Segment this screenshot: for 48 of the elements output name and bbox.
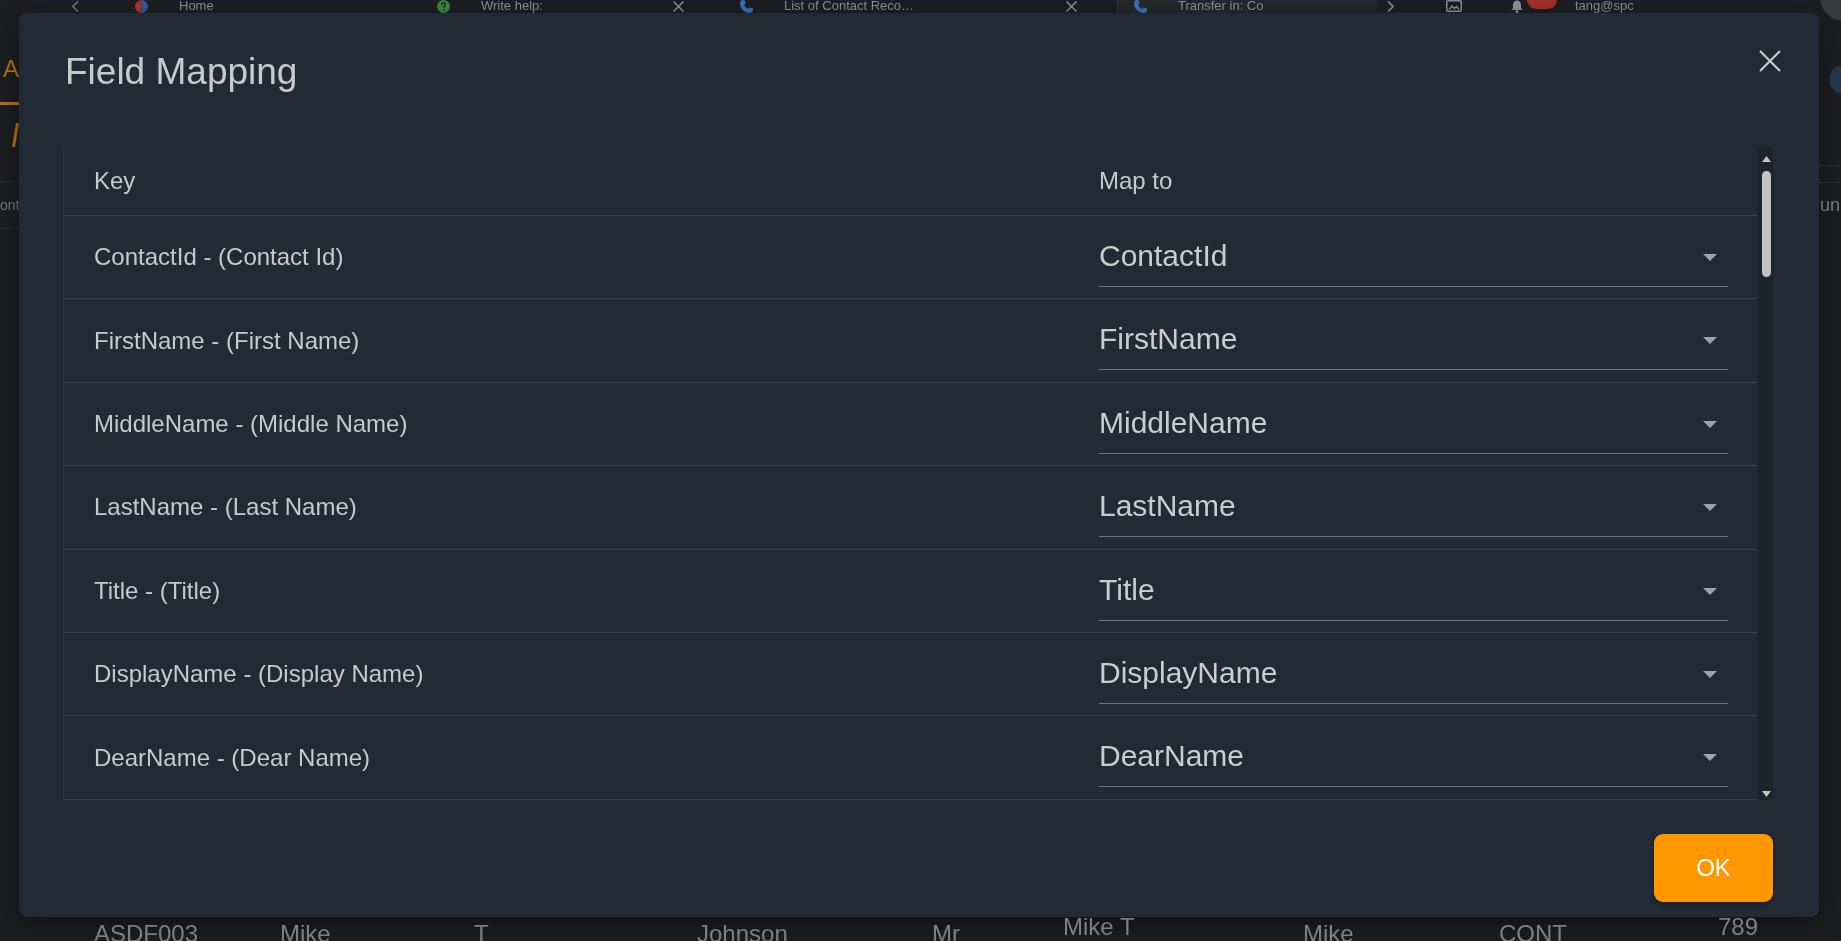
caret-icon: [1703, 754, 1717, 762]
caret-icon: [1703, 420, 1717, 428]
column-header: un: [1819, 194, 1841, 217]
caret-icon: [1703, 337, 1717, 345]
close-icon: [1759, 50, 1781, 72]
scrollbar-thumb[interactable]: [1761, 171, 1771, 277]
select-field[interactable]: DisplayName: [1099, 649, 1728, 704]
column-header: Map to: [1099, 167, 1173, 195]
caret-icon: [1703, 670, 1717, 678]
browser-tab[interactable]: Transfer in: Co: [1117, 0, 1377, 13]
close-icon[interactable]: [1066, 1, 1077, 12]
field-key-label: LastName - (Last Name): [94, 493, 357, 522]
select-field[interactable]: Title: [1099, 566, 1728, 621]
browser-tab[interactable]: Home: [119, 0, 421, 13]
table-cell: 789: [1718, 917, 1759, 941]
caret-icon: [1703, 254, 1717, 261]
select-field[interactable]: LastName: [1099, 483, 1728, 538]
close-icon[interactable]: [673, 1, 684, 12]
caret-icon: [1703, 587, 1717, 595]
column-header: Key: [94, 167, 136, 195]
browser-tab[interactable]: List of Contact Reco…: [724, 0, 1117, 13]
bell-icon[interactable]: [1511, 0, 1523, 13]
scroll-up-icon[interactable]: [1761, 156, 1771, 162]
select-field[interactable]: MiddleName: [1099, 399, 1728, 454]
table-cell: Mike T: [1063, 917, 1135, 941]
browser-tab[interactable]: Write help:: [421, 0, 724, 13]
phone-icon: [740, 0, 753, 13]
select-field[interactable]: FirstName: [1099, 316, 1728, 371]
field-key-label: MiddleName - (Middle Name): [94, 409, 408, 438]
chevron-left-icon[interactable]: [72, 1, 79, 12]
close-button[interactable]: [1759, 50, 1781, 72]
select-field[interactable]: DearName: [1099, 733, 1728, 788]
scrollbar-track[interactable]: [1757, 147, 1773, 800]
caret-icon: [1703, 504, 1717, 512]
image-icon[interactable]: [1446, 0, 1462, 12]
field-key-label: Title - (Title): [94, 576, 221, 605]
circle-logo-icon: [135, 0, 148, 13]
user-email[interactable]: tang@spc: [1575, 0, 1634, 11]
phone-icon: [1134, 0, 1147, 13]
scroll-down-icon[interactable]: [1761, 791, 1771, 797]
field-key-label: FirstName - (First Name): [94, 326, 360, 355]
field-key-label: DearName - (Dear Name): [94, 743, 371, 772]
dialog-title: Field Mapping: [65, 50, 298, 94]
chevron-right-icon[interactable]: [1387, 1, 1394, 12]
field-key-label: ContactId - (Contact Id): [94, 243, 344, 272]
field-key-label: DisplayName - (Display Name): [94, 660, 424, 689]
column-header: ont: [0, 196, 19, 215]
select-field[interactable]: ContactId: [1099, 233, 1728, 287]
